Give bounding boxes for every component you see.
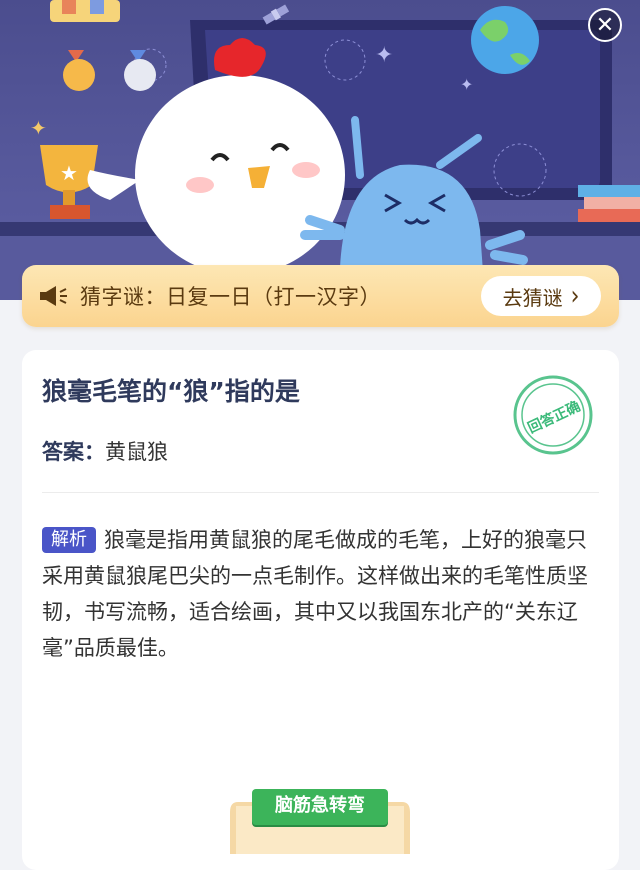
close-icon[interactable]: ✕ <box>588 8 622 42</box>
riddle-text: 猜字谜：日复一日（打一汉字） <box>80 285 381 309</box>
star-decoration: ✦ <box>460 75 473 94</box>
speaker-icon <box>40 286 67 306</box>
go-riddle-button[interactable]: 去猜谜 › <box>481 276 601 316</box>
riddle-bar: 猜字谜：日复一日（打一汉字） 去猜谜 › <box>22 265 619 327</box>
answer-row: 答案：黄鼠狼 <box>42 436 168 466</box>
star-decoration: ✦ <box>30 116 47 140</box>
brain-teaser-button[interactable]: 脑筋急转弯 <box>252 789 388 825</box>
svg-text:★: ★ <box>60 161 78 185</box>
hero-banner: ✦ ✦ ✦ ★ ✕ <box>0 0 640 300</box>
question-title: 狼毫毛笔的“狼”指的是 <box>42 377 300 406</box>
chevron-right-icon: › <box>570 281 580 311</box>
answer-value: 黄鼠狼 <box>105 440 168 464</box>
answer-label: 答案： <box>42 440 105 464</box>
gold-medal-icon <box>63 59 95 91</box>
explain-tag: 解析 <box>42 527 96 553</box>
earth-icon <box>471 6 539 74</box>
explain-text: 狼毫是指用黄鼠狼的尾毛做成的毛笔，上好的狼毫只采用黄鼠狼尾巴尖的一点毛制作。这样… <box>42 528 588 660</box>
divider <box>42 492 599 493</box>
go-riddle-label: 去猜谜 <box>502 285 563 310</box>
explanation: 解析 狼毫是指用黄鼠狼的尾毛做成的毛笔，上好的狼毫只采用黄鼠狼尾巴尖的一点毛制作。… <box>42 522 602 666</box>
stamp-text: 回答正确 <box>525 398 583 437</box>
correct-stamp: 回答正确 <box>513 375 593 455</box>
star-decoration: ✦ <box>375 43 393 68</box>
hero-illustration: ✦ ✦ ✦ ★ <box>0 0 640 300</box>
silver-medal-icon <box>124 59 156 91</box>
